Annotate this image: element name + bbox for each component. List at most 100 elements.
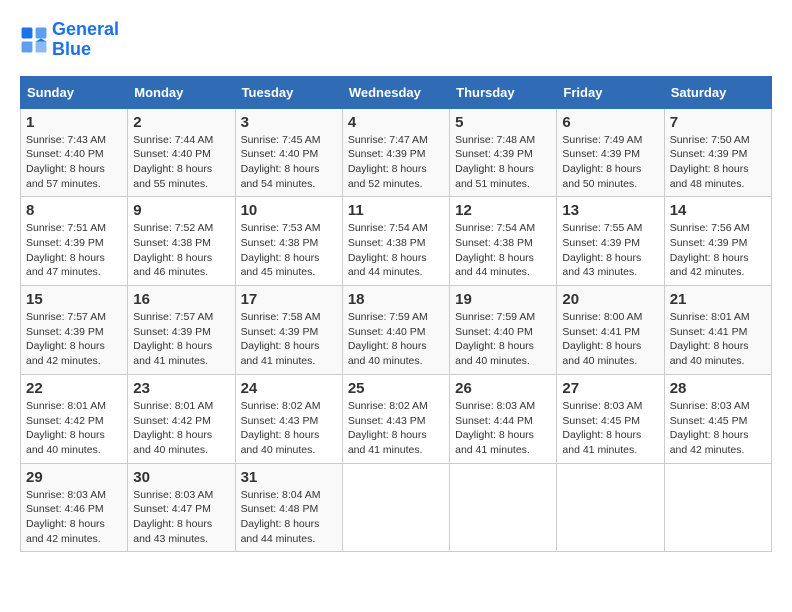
calendar-cell: 28 Sunrise: 8:03 AMSunset: 4:45 PMDayligh… <box>664 374 771 463</box>
day-info: Sunrise: 8:01 AMSunset: 4:41 PMDaylight:… <box>670 310 766 369</box>
day-info: Sunrise: 7:54 AMSunset: 4:38 PMDaylight:… <box>348 221 444 280</box>
day-info: Sunrise: 7:56 AMSunset: 4:39 PMDaylight:… <box>670 221 766 280</box>
calendar-cell: 27 Sunrise: 8:03 AMSunset: 4:45 PMDayligh… <box>557 374 664 463</box>
weekday-header-sunday: Sunday <box>21 76 128 108</box>
day-number: 17 <box>241 291 337 308</box>
day-number: 23 <box>133 380 229 397</box>
day-number: 25 <box>348 380 444 397</box>
calendar-cell: 25 Sunrise: 8:02 AMSunset: 4:43 PMDayligh… <box>342 374 449 463</box>
calendar-cell: 18 Sunrise: 7:59 AMSunset: 4:40 PMDayligh… <box>342 286 449 375</box>
day-info: Sunrise: 7:54 AMSunset: 4:38 PMDaylight:… <box>455 221 551 280</box>
calendar-cell: 13Sunrise: 7:55 AMSunset: 4:39 PMDayligh… <box>557 197 664 286</box>
day-info: Sunrise: 8:04 AMSunset: 4:48 PMDaylight:… <box>241 488 337 547</box>
day-info: Sunrise: 7:52 AMSunset: 4:38 PMDaylight:… <box>133 221 229 280</box>
day-number: 1 <box>26 114 122 131</box>
day-number: 5 <box>455 114 551 131</box>
day-info: Sunrise: 7:57 AMSunset: 4:39 PMDaylight:… <box>133 310 229 369</box>
day-number: 9 <box>133 202 229 219</box>
calendar-cell: 1 Sunrise: 7:43 AMSunset: 4:40 PMDaylight… <box>21 108 128 197</box>
calendar-cell: 24 Sunrise: 8:02 AMSunset: 4:43 PMDayligh… <box>235 374 342 463</box>
day-info: Sunrise: 8:03 AMSunset: 4:47 PMDaylight:… <box>133 488 229 547</box>
calendar-cell: 17 Sunrise: 7:58 AMSunset: 4:39 PMDayligh… <box>235 286 342 375</box>
calendar-cell: 2 Sunrise: 7:44 AMSunset: 4:40 PMDaylight… <box>128 108 235 197</box>
day-number: 19 <box>455 291 551 308</box>
day-info: Sunrise: 8:01 AMSunset: 4:42 PMDaylight:… <box>26 399 122 458</box>
day-info: Sunrise: 8:03 AMSunset: 4:45 PMDaylight:… <box>562 399 658 458</box>
calendar-week-row: 29 Sunrise: 8:03 AMSunset: 4:46 PMDayligh… <box>21 463 772 552</box>
calendar-cell: 19 Sunrise: 7:59 AMSunset: 4:40 PMDayligh… <box>450 286 557 375</box>
calendar-cell: 4 Sunrise: 7:47 AMSunset: 4:39 PMDaylight… <box>342 108 449 197</box>
calendar-cell: 21 Sunrise: 8:01 AMSunset: 4:41 PMDayligh… <box>664 286 771 375</box>
calendar-cell: 6 Sunrise: 7:49 AMSunset: 4:39 PMDaylight… <box>557 108 664 197</box>
day-number: 16 <box>133 291 229 308</box>
day-info: Sunrise: 8:03 AMSunset: 4:45 PMDaylight:… <box>670 399 766 458</box>
logo: General Blue <box>20 20 119 60</box>
day-number: 24 <box>241 380 337 397</box>
day-info: Sunrise: 7:47 AMSunset: 4:39 PMDaylight:… <box>348 133 444 192</box>
day-number: 28 <box>670 380 766 397</box>
day-info: Sunrise: 7:53 AMSunset: 4:38 PMDaylight:… <box>241 221 337 280</box>
calendar-cell: 16 Sunrise: 7:57 AMSunset: 4:39 PMDayligh… <box>128 286 235 375</box>
calendar-week-row: 8Sunrise: 7:51 AMSunset: 4:39 PMDaylight… <box>21 197 772 286</box>
day-number: 8 <box>26 202 122 219</box>
calendar-cell: 7Sunrise: 7:50 AMSunset: 4:39 PMDaylight… <box>664 108 771 197</box>
day-info: Sunrise: 7:59 AMSunset: 4:40 PMDaylight:… <box>348 310 444 369</box>
day-number: 15 <box>26 291 122 308</box>
day-info: Sunrise: 7:49 AMSunset: 4:39 PMDaylight:… <box>562 133 658 192</box>
day-number: 3 <box>241 114 337 131</box>
day-info: Sunrise: 8:00 AMSunset: 4:41 PMDaylight:… <box>562 310 658 369</box>
calendar-table: SundayMondayTuesdayWednesdayThursdayFrid… <box>20 76 772 553</box>
calendar-cell: 26Sunrise: 8:03 AMSunset: 4:44 PMDayligh… <box>450 374 557 463</box>
weekday-header-monday: Monday <box>128 76 235 108</box>
calendar-cell <box>557 463 664 552</box>
day-info: Sunrise: 7:48 AMSunset: 4:39 PMDaylight:… <box>455 133 551 192</box>
day-info: Sunrise: 8:02 AMSunset: 4:43 PMDaylight:… <box>348 399 444 458</box>
weekday-header-wednesday: Wednesday <box>342 76 449 108</box>
calendar-week-row: 1 Sunrise: 7:43 AMSunset: 4:40 PMDaylight… <box>21 108 772 197</box>
weekday-header-friday: Friday <box>557 76 664 108</box>
calendar-cell: 31 Sunrise: 8:04 AMSunset: 4:48 PMDayligh… <box>235 463 342 552</box>
day-number: 10 <box>241 202 337 219</box>
day-number: 6 <box>562 114 658 131</box>
weekday-header-thursday: Thursday <box>450 76 557 108</box>
calendar-cell: 30 Sunrise: 8:03 AMSunset: 4:47 PMDayligh… <box>128 463 235 552</box>
calendar-cell <box>450 463 557 552</box>
calendar-cell: 3Sunrise: 7:45 AMSunset: 4:40 PMDaylight… <box>235 108 342 197</box>
day-number: 20 <box>562 291 658 308</box>
calendar-cell: 15 Sunrise: 7:57 AMSunset: 4:39 PMDayligh… <box>21 286 128 375</box>
page-header: General Blue <box>20 20 772 60</box>
day-number: 26 <box>455 380 551 397</box>
day-info: Sunrise: 8:03 AMSunset: 4:46 PMDaylight:… <box>26 488 122 547</box>
day-number: 18 <box>348 291 444 308</box>
calendar-cell: 12Sunrise: 7:54 AMSunset: 4:38 PMDayligh… <box>450 197 557 286</box>
day-number: 29 <box>26 469 122 486</box>
day-number: 7 <box>670 114 766 131</box>
day-number: 21 <box>670 291 766 308</box>
calendar-week-row: 22Sunrise: 8:01 AMSunset: 4:42 PMDayligh… <box>21 374 772 463</box>
day-number: 13 <box>562 202 658 219</box>
day-number: 30 <box>133 469 229 486</box>
day-number: 11 <box>348 202 444 219</box>
day-info: Sunrise: 7:59 AMSunset: 4:40 PMDaylight:… <box>455 310 551 369</box>
calendar-cell: 22Sunrise: 8:01 AMSunset: 4:42 PMDayligh… <box>21 374 128 463</box>
day-number: 27 <box>562 380 658 397</box>
logo-text: General Blue <box>52 20 119 60</box>
day-info: Sunrise: 8:02 AMSunset: 4:43 PMDaylight:… <box>241 399 337 458</box>
logo-icon <box>20 26 48 54</box>
calendar-cell: 23 Sunrise: 8:01 AMSunset: 4:42 PMDayligh… <box>128 374 235 463</box>
day-info: Sunrise: 7:57 AMSunset: 4:39 PMDaylight:… <box>26 310 122 369</box>
day-info: Sunrise: 7:58 AMSunset: 4:39 PMDaylight:… <box>241 310 337 369</box>
weekday-header-tuesday: Tuesday <box>235 76 342 108</box>
day-info: Sunrise: 7:43 AMSunset: 4:40 PMDaylight:… <box>26 133 122 192</box>
calendar-cell: 5 Sunrise: 7:48 AMSunset: 4:39 PMDaylight… <box>450 108 557 197</box>
day-number: 4 <box>348 114 444 131</box>
calendar-cell: 11 Sunrise: 7:54 AMSunset: 4:38 PMDayligh… <box>342 197 449 286</box>
calendar-cell: 14Sunrise: 7:56 AMSunset: 4:39 PMDayligh… <box>664 197 771 286</box>
day-info: Sunrise: 7:44 AMSunset: 4:40 PMDaylight:… <box>133 133 229 192</box>
calendar-cell: 10 Sunrise: 7:53 AMSunset: 4:38 PMDayligh… <box>235 197 342 286</box>
calendar-cell <box>342 463 449 552</box>
day-number: 2 <box>133 114 229 131</box>
day-info: Sunrise: 8:01 AMSunset: 4:42 PMDaylight:… <box>133 399 229 458</box>
day-number: 31 <box>241 469 337 486</box>
calendar-cell: 9 Sunrise: 7:52 AMSunset: 4:38 PMDaylight… <box>128 197 235 286</box>
